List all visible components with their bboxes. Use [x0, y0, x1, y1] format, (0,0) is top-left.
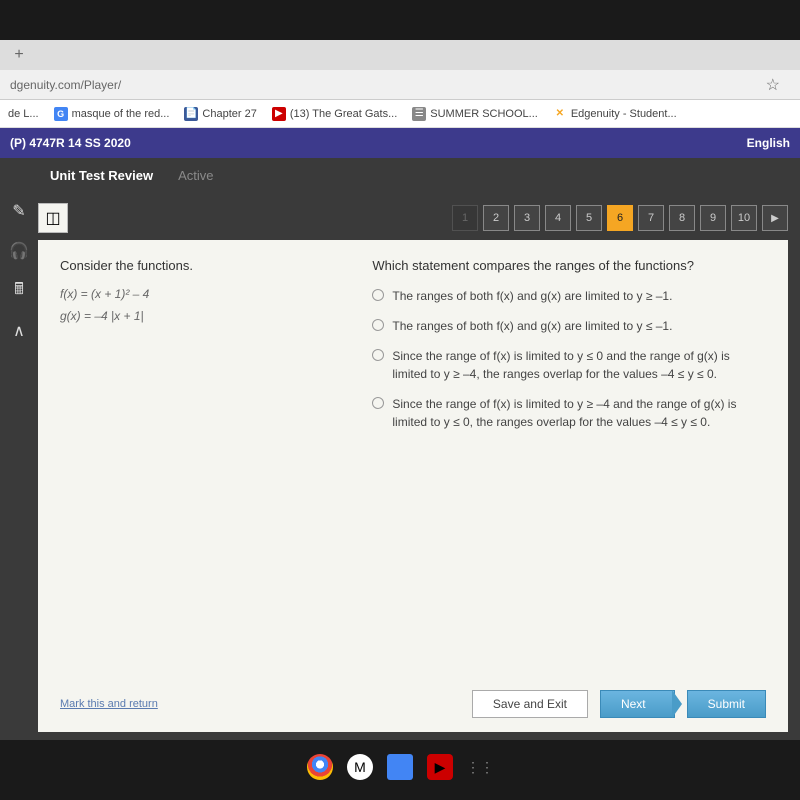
mark-return-link[interactable]: Mark this and return: [60, 698, 158, 710]
left-toolbar: ✎ 🎧 🖩 ∧: [0, 192, 38, 740]
question-nav-8[interactable]: 8: [669, 205, 695, 231]
taskbar: M ▶ ⋮⋮: [307, 754, 493, 780]
gmail-icon[interactable]: M: [347, 754, 373, 780]
question-left-col: Consider the functions. f(x) = (x + 1)² …: [60, 258, 342, 714]
tab-strip: +: [0, 40, 800, 70]
nav-next-icon[interactable]: ▶: [762, 205, 788, 231]
radio-icon[interactable]: [372, 289, 384, 301]
option-text: The ranges of both f(x) and g(x) are lim…: [392, 287, 672, 305]
headphones-icon[interactable]: 🎧: [8, 240, 30, 262]
bookmark-item[interactable]: de L...: [8, 108, 39, 120]
bookmark-item[interactable]: ☰ SUMMER SCHOOL...: [412, 107, 538, 121]
doc-icon: 📄: [184, 107, 198, 121]
formula-f: f(x) = (x + 1)² – 4: [60, 287, 342, 301]
question-nav-1[interactable]: 1: [452, 205, 478, 231]
question-nav-5[interactable]: 5: [576, 205, 602, 231]
address-bar[interactable]: dgenuity.com/Player/ ☆: [0, 70, 800, 100]
answer-option[interactable]: The ranges of both f(x) and g(x) are lim…: [372, 287, 766, 305]
highlighter-button[interactable]: ◫: [38, 203, 68, 233]
new-tab-button[interactable]: +: [5, 43, 33, 67]
button-group: Save and Exit Next Submit: [472, 690, 766, 718]
answer-option[interactable]: Since the range of f(x) is limited to y …: [372, 347, 766, 383]
radio-icon[interactable]: [372, 349, 384, 361]
question-panel: Consider the functions. f(x) = (x + 1)² …: [38, 240, 788, 732]
bookmark-item[interactable]: ▶ (13) The Great Gats...: [272, 107, 397, 121]
monitor-frame: + dgenuity.com/Player/ ☆ de L... G masqu…: [0, 40, 800, 740]
status-label: Active: [178, 168, 213, 183]
save-exit-button[interactable]: Save and Exit: [472, 690, 588, 718]
option-text: Since the range of f(x) is limited to y …: [392, 395, 766, 431]
bookmark-label: de L...: [8, 108, 39, 120]
main-area: ◫ 1 2 3 4 5 6 7 8 9 10 ▶ Consider the: [38, 192, 800, 740]
bookmarks-bar: de L... G masque of the red... 📄 Chapter…: [0, 100, 800, 128]
radio-icon[interactable]: [372, 319, 384, 331]
pencil-icon[interactable]: ✎: [8, 200, 30, 222]
bookmark-label: masque of the red...: [72, 108, 170, 120]
course-code: (P) 4747R 14 SS 2020: [10, 136, 131, 150]
question-nav-2[interactable]: 2: [483, 205, 509, 231]
radio-icon[interactable]: [372, 397, 384, 409]
bookmark-item[interactable]: ✕ Edgenuity - Student...: [553, 107, 677, 121]
youtube-app-icon[interactable]: ▶: [427, 754, 453, 780]
question-nav-7[interactable]: 7: [638, 205, 664, 231]
next-button[interactable]: Next: [600, 690, 675, 718]
answer-option[interactable]: Since the range of f(x) is limited to y …: [372, 395, 766, 431]
question-nav-3[interactable]: 3: [514, 205, 540, 231]
option-text: The ranges of both f(x) and g(x) are lim…: [392, 317, 672, 335]
google-icon: G: [54, 107, 68, 121]
chrome-icon[interactable]: [307, 754, 333, 780]
page-title: Unit Test Review: [50, 168, 153, 183]
prompt-head: Consider the functions.: [60, 258, 342, 273]
bookmark-star-icon[interactable]: ☆: [766, 75, 780, 95]
question-nav: 1 2 3 4 5 6 7 8 9 10 ▶: [452, 205, 788, 231]
calculator-icon[interactable]: 🖩: [8, 280, 30, 302]
bookmark-item[interactable]: 📄 Chapter 27: [184, 107, 256, 121]
bookmark-label: Edgenuity - Student...: [571, 108, 677, 120]
question-text: Which statement compares the ranges of t…: [372, 258, 766, 273]
footer-row: Mark this and return Save and Exit Next …: [60, 690, 766, 718]
edgenuity-icon: ✕: [553, 107, 567, 121]
bookmark-item[interactable]: G masque of the red...: [54, 107, 170, 121]
language-label: English: [747, 136, 790, 150]
question-nav-9[interactable]: 9: [700, 205, 726, 231]
title-bar: Unit Test Review Active: [0, 158, 800, 192]
question-nav-6[interactable]: 6: [607, 205, 633, 231]
question-nav-10[interactable]: 10: [731, 205, 757, 231]
content-row: ✎ 🎧 🖩 ∧ ◫ 1 2 3 4 5 6 7 8 9 10 ▶: [0, 192, 800, 740]
answer-option[interactable]: The ranges of both f(x) and g(x) are lim…: [372, 317, 766, 335]
formula-g: g(x) = –4 |x + 1|: [60, 309, 342, 323]
loading-icon[interactable]: ⋮⋮: [467, 754, 493, 780]
option-text: Since the range of f(x) is limited to y …: [392, 347, 766, 383]
list-icon: ☰: [412, 107, 426, 121]
bookmark-label: (13) The Great Gats...: [290, 108, 397, 120]
question-right-col: Which statement compares the ranges of t…: [372, 258, 766, 714]
bookmark-label: Chapter 27: [202, 108, 256, 120]
youtube-icon: ▶: [272, 107, 286, 121]
url-text: dgenuity.com/Player/: [10, 78, 766, 92]
bookmark-label: SUMMER SCHOOL...: [430, 108, 538, 120]
docs-icon[interactable]: [387, 754, 413, 780]
course-header: (P) 4747R 14 SS 2020 English: [0, 128, 800, 158]
question-nav-4[interactable]: 4: [545, 205, 571, 231]
caret-up-icon[interactable]: ∧: [8, 320, 30, 342]
toolbar-row: ◫ 1 2 3 4 5 6 7 8 9 10 ▶: [38, 200, 788, 236]
submit-button[interactable]: Submit: [687, 690, 766, 718]
